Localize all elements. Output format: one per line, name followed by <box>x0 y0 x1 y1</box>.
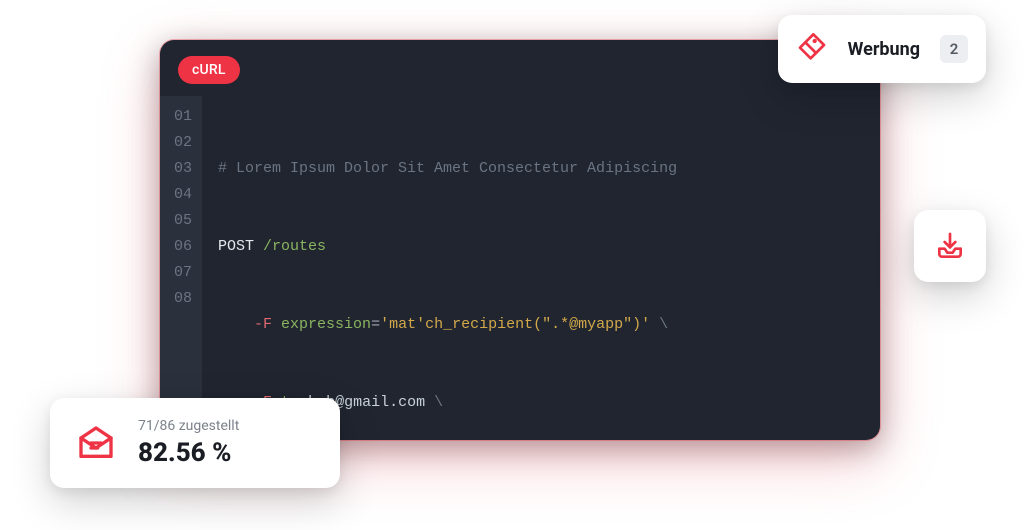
code-comment: # Lorem Ipsum Dolor Sit Amet Consectetur… <box>218 160 677 177</box>
code-header: cURL <box>160 40 880 96</box>
line-number: 05 <box>170 208 192 234</box>
code-lines[interactable]: # Lorem Ipsum Dolor Sit Amet Consectetur… <box>202 96 695 440</box>
language-badge[interactable]: cURL <box>178 56 240 84</box>
flag: -F <box>254 316 272 333</box>
param-value: 'mat'ch_recipient(".*@myapp")' <box>380 316 650 333</box>
line-number: 08 <box>170 286 192 312</box>
stats-text: 71/86 zugestellt 82.56 % <box>138 418 239 468</box>
delivery-stats-card[interactable]: 71/86 zugestellt 82.56 % <box>50 398 340 488</box>
param-name: expression <box>281 316 371 333</box>
line-number: 04 <box>170 182 192 208</box>
tag-count-badge: 2 <box>940 35 968 63</box>
stats-subtitle: 71/86 zugestellt <box>138 418 239 434</box>
tag-card[interactable]: Werbung 2 <box>778 15 986 83</box>
line-number: 03 <box>170 156 192 182</box>
line-continuation: \ <box>434 394 443 411</box>
code-window: cURL 01 02 03 04 05 06 07 08 # Lorem Ips… <box>160 40 880 440</box>
http-method: POST <box>218 238 254 255</box>
code-body: 01 02 03 04 05 06 07 08 # Lorem Ipsum Do… <box>160 96 880 440</box>
line-number: 06 <box>170 234 192 260</box>
line-continuation: \ <box>659 316 668 333</box>
download-card[interactable] <box>914 210 986 282</box>
stats-value: 82.56 % <box>138 438 239 468</box>
http-path: /routes <box>263 238 326 255</box>
line-number: 02 <box>170 130 192 156</box>
line-number-gutter: 01 02 03 04 05 06 07 08 <box>160 96 202 440</box>
line-number: 07 <box>170 260 192 286</box>
tags-icon <box>796 33 828 65</box>
tag-label: Werbung <box>848 39 920 60</box>
download-tray-icon <box>934 230 966 262</box>
line-number: 01 <box>170 104 192 130</box>
open-mail-icon <box>76 423 116 463</box>
